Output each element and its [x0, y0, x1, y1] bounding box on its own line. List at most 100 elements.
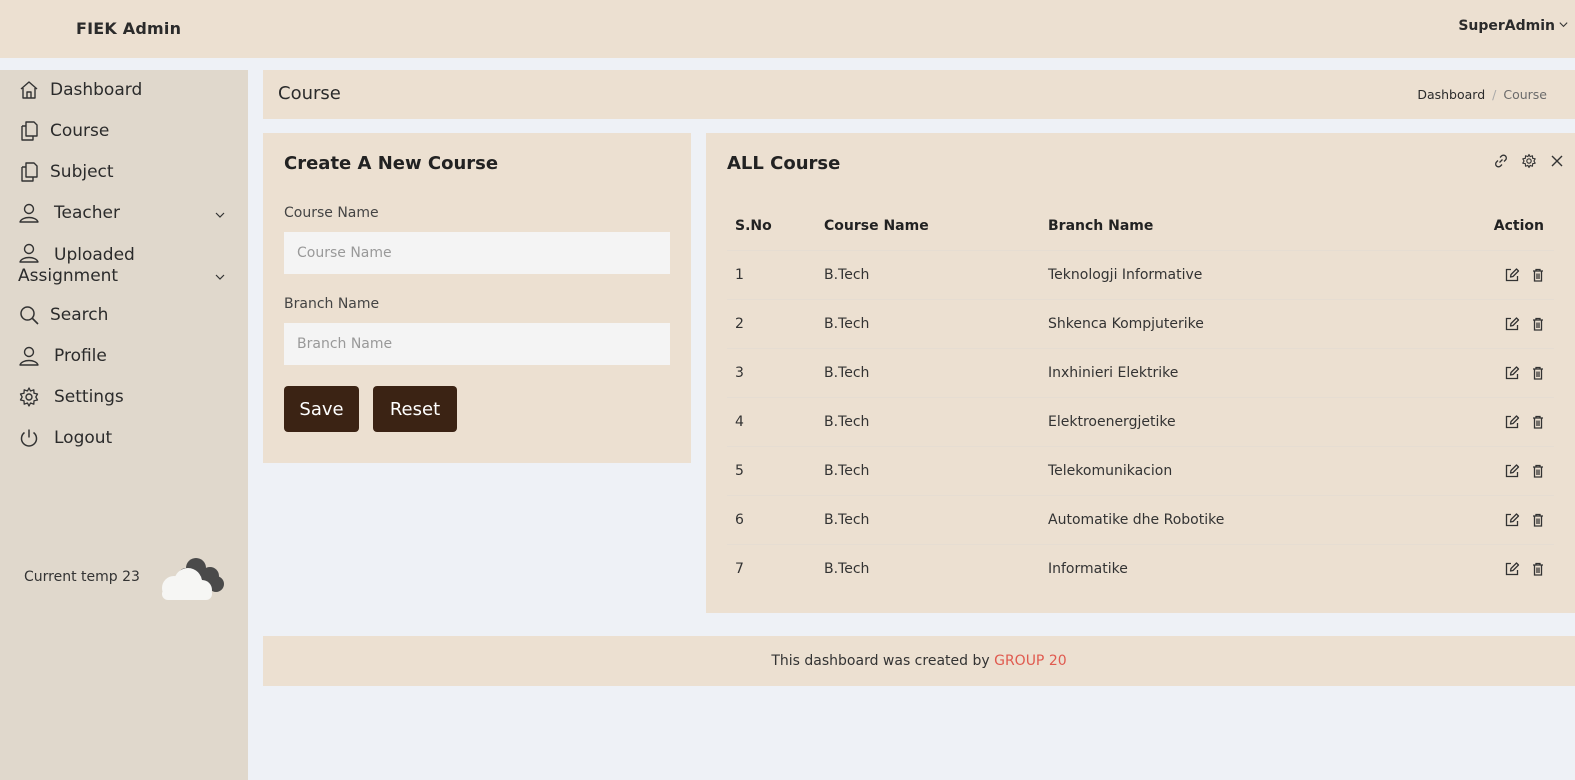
- table-row: 5 B.Tech Telekomunikacion: [727, 446, 1554, 496]
- cell-actions: [1425, 397, 1554, 447]
- sidebar-item-label: Settings: [54, 387, 124, 407]
- gear-icon: [18, 386, 40, 408]
- breadcrumb-separator: /: [1492, 87, 1497, 102]
- sidebar-item-logout[interactable]: Logout: [18, 427, 230, 449]
- branch-name-input[interactable]: [284, 323, 670, 365]
- sidebar: Dashboard Course Subject Teacher Uploade…: [0, 70, 248, 780]
- cell-course-name: B.Tech: [824, 397, 1048, 447]
- sidebar-item-teacher[interactable]: Teacher: [18, 202, 230, 224]
- sidebar-item-label: Profile: [54, 346, 107, 366]
- link-icon[interactable]: [1493, 153, 1509, 169]
- edit-icon[interactable]: [1504, 414, 1520, 430]
- save-button[interactable]: Save: [284, 386, 359, 432]
- trash-icon[interactable]: [1530, 463, 1546, 479]
- edit-icon[interactable]: [1504, 316, 1520, 332]
- cell-sno: 1: [727, 250, 824, 300]
- cell-course-name: B.Tech: [824, 495, 1048, 545]
- document-copy-icon: [18, 120, 40, 142]
- gear-icon[interactable]: [1521, 153, 1537, 169]
- edit-icon[interactable]: [1504, 365, 1520, 381]
- edit-icon[interactable]: [1504, 561, 1520, 577]
- breadcrumb: Dashboard / Course: [1417, 87, 1547, 102]
- table-row: 3 B.Tech Inxhinieri Elektrike: [727, 348, 1554, 398]
- trash-icon[interactable]: [1530, 365, 1546, 381]
- user-name[interactable]: SuperAdmin: [1458, 18, 1555, 34]
- sidebar-item-label-line1: Uploaded: [54, 245, 135, 265]
- sidebar-item-dashboard[interactable]: Dashboard: [18, 79, 230, 101]
- trash-icon[interactable]: [1530, 414, 1546, 430]
- sidebar-item-subject[interactable]: Subject: [18, 161, 230, 183]
- table-row: 7 B.Tech Informatike: [727, 544, 1554, 593]
- sidebar-item-label: Subject: [50, 162, 114, 182]
- cell-branch-name: Teknologji Informative: [1048, 250, 1426, 300]
- sidebar-item-label: Dashboard: [50, 80, 143, 100]
- user-icon: [18, 202, 40, 224]
- footer: This dashboard was created by GROUP 20: [263, 636, 1575, 686]
- trash-icon[interactable]: [1530, 561, 1546, 577]
- sidebar-item-label: Search: [50, 305, 109, 325]
- cell-branch-name: Elektroenergjetike: [1048, 397, 1426, 447]
- cell-actions: [1425, 544, 1554, 593]
- cell-actions: [1425, 299, 1554, 349]
- sidebar-item-uploaded-assignment[interactable]: Uploaded Assignment: [18, 242, 230, 287]
- column-header-branch-name: Branch Name: [1048, 202, 1426, 251]
- search-icon: [18, 304, 40, 326]
- table-row: 4 B.Tech Elektroenergjetike: [727, 397, 1554, 447]
- chevron-down-icon: [214, 268, 226, 280]
- chevron-down-icon: [1558, 18, 1569, 34]
- cell-sno: 6: [727, 495, 824, 545]
- footer-text: This dashboard was created by: [771, 653, 995, 669]
- trash-icon[interactable]: [1530, 267, 1546, 283]
- sidebar-item-label: Teacher: [54, 203, 120, 223]
- cell-branch-name: Inxhinieri Elektrike: [1048, 348, 1426, 398]
- course-name-input[interactable]: [284, 232, 670, 274]
- card-tools: [1493, 153, 1565, 169]
- cell-branch-name: Shkenca Kompjuterike: [1048, 299, 1426, 349]
- current-temperature: Current temp 23: [24, 569, 140, 585]
- chevron-down-icon: [214, 206, 226, 218]
- cell-course-name: B.Tech: [824, 560, 870, 577]
- table-header-row: S.No Course Name Branch Name Action: [727, 202, 1554, 251]
- home-icon: [18, 79, 40, 101]
- trash-icon[interactable]: [1530, 512, 1546, 528]
- sidebar-item-course[interactable]: Course: [18, 120, 230, 142]
- table-row: 2 B.Tech Shkenca Kompjuterike: [727, 299, 1554, 349]
- brand-logo-text[interactable]: FIEK Admin: [76, 19, 181, 38]
- cell-sno: 2: [727, 299, 824, 349]
- branch-name-label: Branch Name: [284, 296, 380, 312]
- cell-branch-name: Automatike dhe Robotike: [1048, 495, 1426, 545]
- reset-button[interactable]: Reset: [373, 386, 457, 432]
- cell-course-name: B.Tech: [824, 446, 1048, 496]
- footer-credit-link[interactable]: GROUP 20: [994, 653, 1067, 669]
- document-copy-icon: [18, 161, 40, 183]
- sidebar-item-label: Course: [50, 121, 110, 141]
- cell-course-name: B.Tech: [824, 250, 1048, 300]
- close-icon[interactable]: [1549, 153, 1565, 169]
- cell-branch-name: Telekomunikacion: [1048, 446, 1426, 496]
- table-title: ALL Course: [727, 153, 841, 174]
- cloud-icon: [152, 554, 226, 604]
- course-table: S.No Course Name Branch Name Action 1 B.…: [727, 202, 1554, 593]
- page-title: Course: [278, 83, 341, 104]
- power-icon: [18, 427, 40, 449]
- user-icon: [18, 242, 40, 264]
- column-header-course-name: Course Name: [824, 202, 1048, 251]
- trash-icon[interactable]: [1530, 316, 1546, 332]
- page-header: Course Dashboard / Course: [263, 70, 1575, 119]
- sidebar-item-label: Logout: [54, 428, 113, 448]
- sidebar-item-search[interactable]: Search: [18, 304, 230, 326]
- create-course-card: Create A New Course Course Name Branch N…: [263, 133, 691, 463]
- user-menu[interactable]: SuperAdmin: [1458, 18, 1569, 34]
- edit-icon[interactable]: [1504, 512, 1520, 528]
- breadcrumb-dashboard-link[interactable]: Dashboard: [1417, 87, 1485, 102]
- sidebar-item-label-line2: Assignment: [18, 266, 119, 286]
- cell-actions: [1425, 495, 1554, 545]
- table-row: 1 B.Tech Teknologji Informative: [727, 250, 1554, 300]
- form-title: Create A New Course: [284, 153, 499, 174]
- sidebar-item-settings[interactable]: Settings: [18, 386, 230, 408]
- course-name-label: Course Name: [284, 205, 379, 221]
- edit-icon[interactable]: [1504, 463, 1520, 479]
- sidebar-item-profile[interactable]: Profile: [18, 345, 230, 367]
- cell-sno: 3: [727, 348, 824, 398]
- edit-icon[interactable]: [1504, 267, 1520, 283]
